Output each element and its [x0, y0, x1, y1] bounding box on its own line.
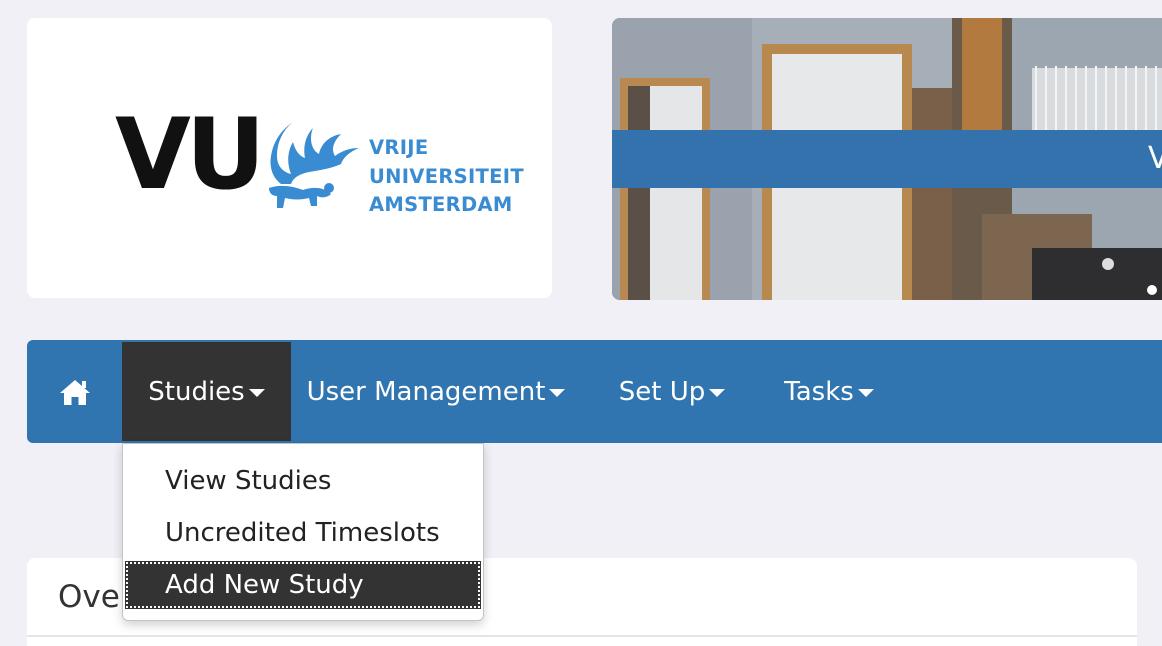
nav-studies[interactable]: Studies [122, 342, 291, 441]
banner-title-strip: V [612, 130, 1162, 188]
panel-divider [27, 635, 1137, 637]
griffin-logo-icon [269, 122, 359, 208]
menu-item-add-new-study[interactable]: Add New Study [125, 561, 481, 609]
menu-item-label: Uncredited Timeslots [165, 518, 440, 548]
university-name-line-1: VRIJE [369, 136, 429, 159]
menu-item-label: View Studies [165, 466, 332, 496]
university-name: VRIJE UNIVERSITEIT AMSTERDAM [369, 134, 524, 220]
university-name-line-2: UNIVERSITEIT [369, 164, 524, 188]
nav-set-up-label: Set Up [618, 376, 706, 407]
caret-down-icon [709, 388, 726, 397]
studies-dropdown-menu: View Studies Uncredited Timeslots Add Ne… [122, 443, 484, 621]
main-navbar: Studies User Management Set Up Tasks [27, 340, 1162, 443]
home-button[interactable] [27, 340, 122, 443]
banner-title-text: V [1148, 141, 1162, 176]
caret-down-icon [857, 388, 874, 397]
menu-item-view-studies[interactable]: View Studies [123, 457, 483, 505]
nav-tasks[interactable]: Tasks [773, 340, 885, 443]
nav-user-management[interactable]: User Management [305, 340, 567, 443]
nav-user-management-label: User Management [306, 376, 546, 407]
menu-item-label: Add New Study [165, 570, 364, 600]
university-name-line-3: AMSTERDAM [369, 193, 513, 216]
nav-set-up[interactable]: Set Up [612, 340, 732, 443]
header-banner: V [612, 18, 1162, 300]
nav-tasks-label: Tasks [784, 376, 854, 407]
vu-logo-mark: VU [115, 98, 265, 212]
menu-item-uncredited-timeslots[interactable]: Uncredited Timeslots [123, 509, 483, 557]
caret-down-icon [248, 388, 265, 397]
caret-down-icon [549, 388, 566, 397]
home-icon [59, 379, 90, 405]
nav-studies-label: Studies [148, 376, 245, 407]
logo-card: VU VRIJE UNIVERSITEIT AMSTERDAM [27, 18, 552, 298]
page: VU VRIJE UNIVERSITEIT AMSTERDAM V Studie… [0, 0, 1162, 646]
